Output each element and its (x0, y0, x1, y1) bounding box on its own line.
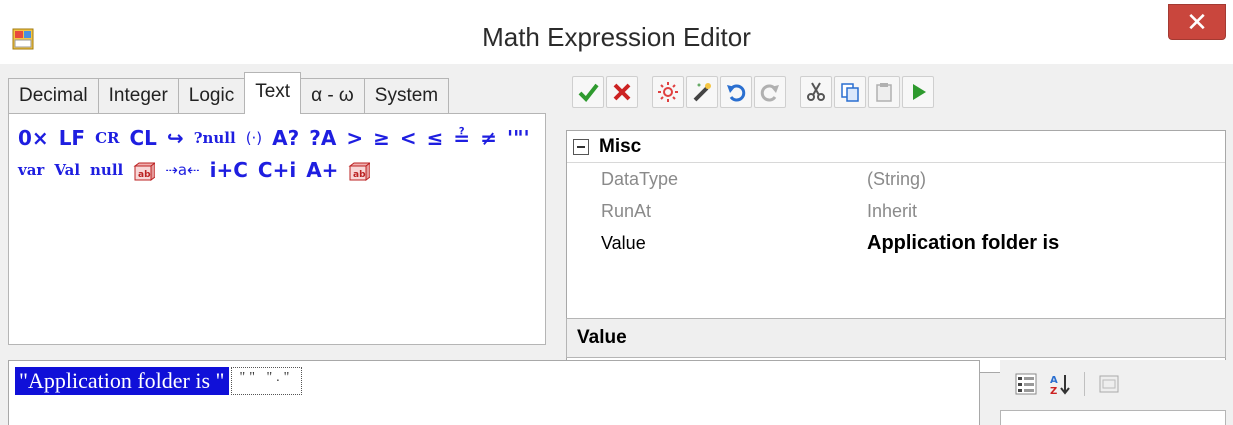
editor-body: Decimal Integer Logic Text α - ω System 0× LF C… (0, 64, 1233, 425)
symbol-less-than[interactable]: < (395, 122, 422, 154)
symbol-value[interactable]: Val (49, 154, 85, 186)
symbol-not-equal[interactable]: ≠ (475, 122, 502, 154)
tab-logic[interactable]: Logic (177, 78, 246, 114)
symbol-quote[interactable]: '"' (502, 122, 535, 154)
cut-icon (807, 82, 825, 101)
tab-greek[interactable]: α - ω (300, 78, 365, 114)
symbol-starts-with[interactable]: ?A (304, 122, 341, 154)
symbol-new-line[interactable]: ↪ (162, 122, 189, 154)
symbol-null-value[interactable]: null (85, 154, 128, 186)
property-name: RunAt (601, 200, 652, 221)
symbol-grid: 0× LF CR CL ↪ ?null (·) A? ?A > ≥ < ≤ ≟ ≠ '"' var Val null… (13, 122, 541, 186)
expression-editor[interactable]: "Application folder is " "" "." (8, 360, 980, 425)
property-value[interactable]: Application folder is (867, 232, 1225, 255)
symbol-trim[interactable]: ⇢a⇠ (160, 154, 204, 186)
symbol-crlf[interactable]: CL (125, 122, 162, 154)
copy-button[interactable] (834, 76, 866, 108)
highlight-sun-icon (658, 82, 678, 102)
symbol-is-null[interactable]: ?null (189, 122, 241, 154)
property-name: Value (601, 232, 646, 253)
redo-icon (760, 84, 779, 102)
function-tabs: Decimal Integer Logic Text α - ω System (8, 72, 450, 114)
box-icon-a: ab (133, 161, 156, 181)
symbol-hex-prefix[interactable]: 0× (13, 122, 54, 154)
description-title: Value (566, 318, 1226, 358)
expression-token-placeholder[interactable]: "" "." (230, 367, 303, 395)
category-label: Misc (599, 135, 642, 157)
title-bar: Math Expression Editor ✕ (0, 0, 1233, 64)
editor-toolbar (572, 72, 934, 112)
svg-text:ab: ab (138, 170, 151, 180)
magic-wand-button[interactable] (686, 76, 718, 108)
undo-icon (727, 84, 746, 102)
property-pages-icon[interactable] (1095, 370, 1123, 398)
paste-icon (876, 83, 892, 102)
symbol-carriage-return[interactable]: CR (90, 122, 124, 154)
symbol-greater-than[interactable]: > (341, 122, 368, 154)
box-icon-b: ab (348, 161, 371, 181)
svg-text:Z: Z (1050, 386, 1057, 396)
symbol-char-at[interactable]: C+i (253, 154, 301, 186)
tab-text[interactable]: Text (244, 72, 302, 114)
run-play-button[interactable] (902, 76, 934, 108)
tab-system[interactable]: System (363, 78, 450, 114)
svg-text:ab: ab (353, 170, 366, 180)
highlight-sun-button[interactable] (652, 76, 684, 108)
collapse-icon[interactable] (573, 138, 589, 155)
expression-token-selected[interactable]: "Application folder is " (15, 367, 229, 395)
magic-wand-icon (693, 83, 711, 102)
cancel-x-button[interactable] (606, 76, 638, 108)
symbol-variable[interactable]: var (13, 154, 49, 186)
symbol-greater-or-equal[interactable]: ≥ (368, 122, 395, 154)
toolbar-separator (1084, 372, 1085, 396)
symbol-concat[interactable]: A+ (301, 154, 343, 186)
symbol-box-icon-b[interactable]: ab (343, 154, 375, 186)
tab-decimal[interactable]: Decimal (8, 78, 99, 114)
property-value[interactable]: Inherit (867, 201, 1225, 222)
property-grid-toolbar: A Z (1000, 360, 1226, 425)
tab-integer[interactable]: Integer (97, 78, 179, 114)
close-button[interactable]: ✕ (1168, 4, 1226, 40)
property-rows: DataType (String) RunAt Inherit Value Applica… (567, 163, 1225, 259)
ok-check-button[interactable] (572, 76, 604, 108)
category-row-misc[interactable]: Misc (567, 131, 1225, 163)
property-row-datatype[interactable]: DataType (String) (567, 163, 1225, 195)
expression-line: "Application folder is " "" "." (15, 367, 303, 395)
ok-check-icon (578, 83, 599, 103)
undo-button[interactable] (720, 76, 752, 108)
symbol-index-of[interactable]: i+C (205, 154, 253, 186)
window-title: Math Expression Editor (482, 22, 751, 52)
symbol-parentheses[interactable]: (·) (241, 122, 267, 154)
copy-icon (841, 83, 859, 102)
symbol-box-icon-a[interactable]: ab (128, 154, 160, 186)
property-row-runat[interactable]: RunAt Inherit (567, 195, 1225, 227)
symbol-equal[interactable]: ≟ (448, 122, 475, 154)
property-value[interactable]: (String) (867, 169, 1225, 190)
symbol-palette: 0× LF CR CL ↪ ?null (·) A? ?A > ≥ < ≤ ≟ ≠ '"' var Val null… (8, 113, 546, 345)
symbol-contains[interactable]: A? (267, 122, 304, 154)
categorized-view-icon[interactable] (1012, 370, 1040, 398)
property-grid-lower-panel (1000, 410, 1226, 425)
redo-button[interactable] (754, 76, 786, 108)
symbol-line-feed[interactable]: LF (54, 122, 90, 154)
run-play-icon (913, 84, 926, 100)
cancel-x-icon (613, 83, 631, 101)
property-name: DataType (601, 168, 679, 189)
property-row-value[interactable]: Value Application folder is (567, 227, 1225, 259)
symbol-less-or-equal[interactable]: ≤ (422, 122, 449, 154)
sort-alphabetical-icon[interactable]: A Z (1046, 370, 1074, 398)
paste-button[interactable] (868, 76, 900, 108)
svg-text:A: A (1050, 375, 1058, 386)
cut-button[interactable] (800, 76, 832, 108)
